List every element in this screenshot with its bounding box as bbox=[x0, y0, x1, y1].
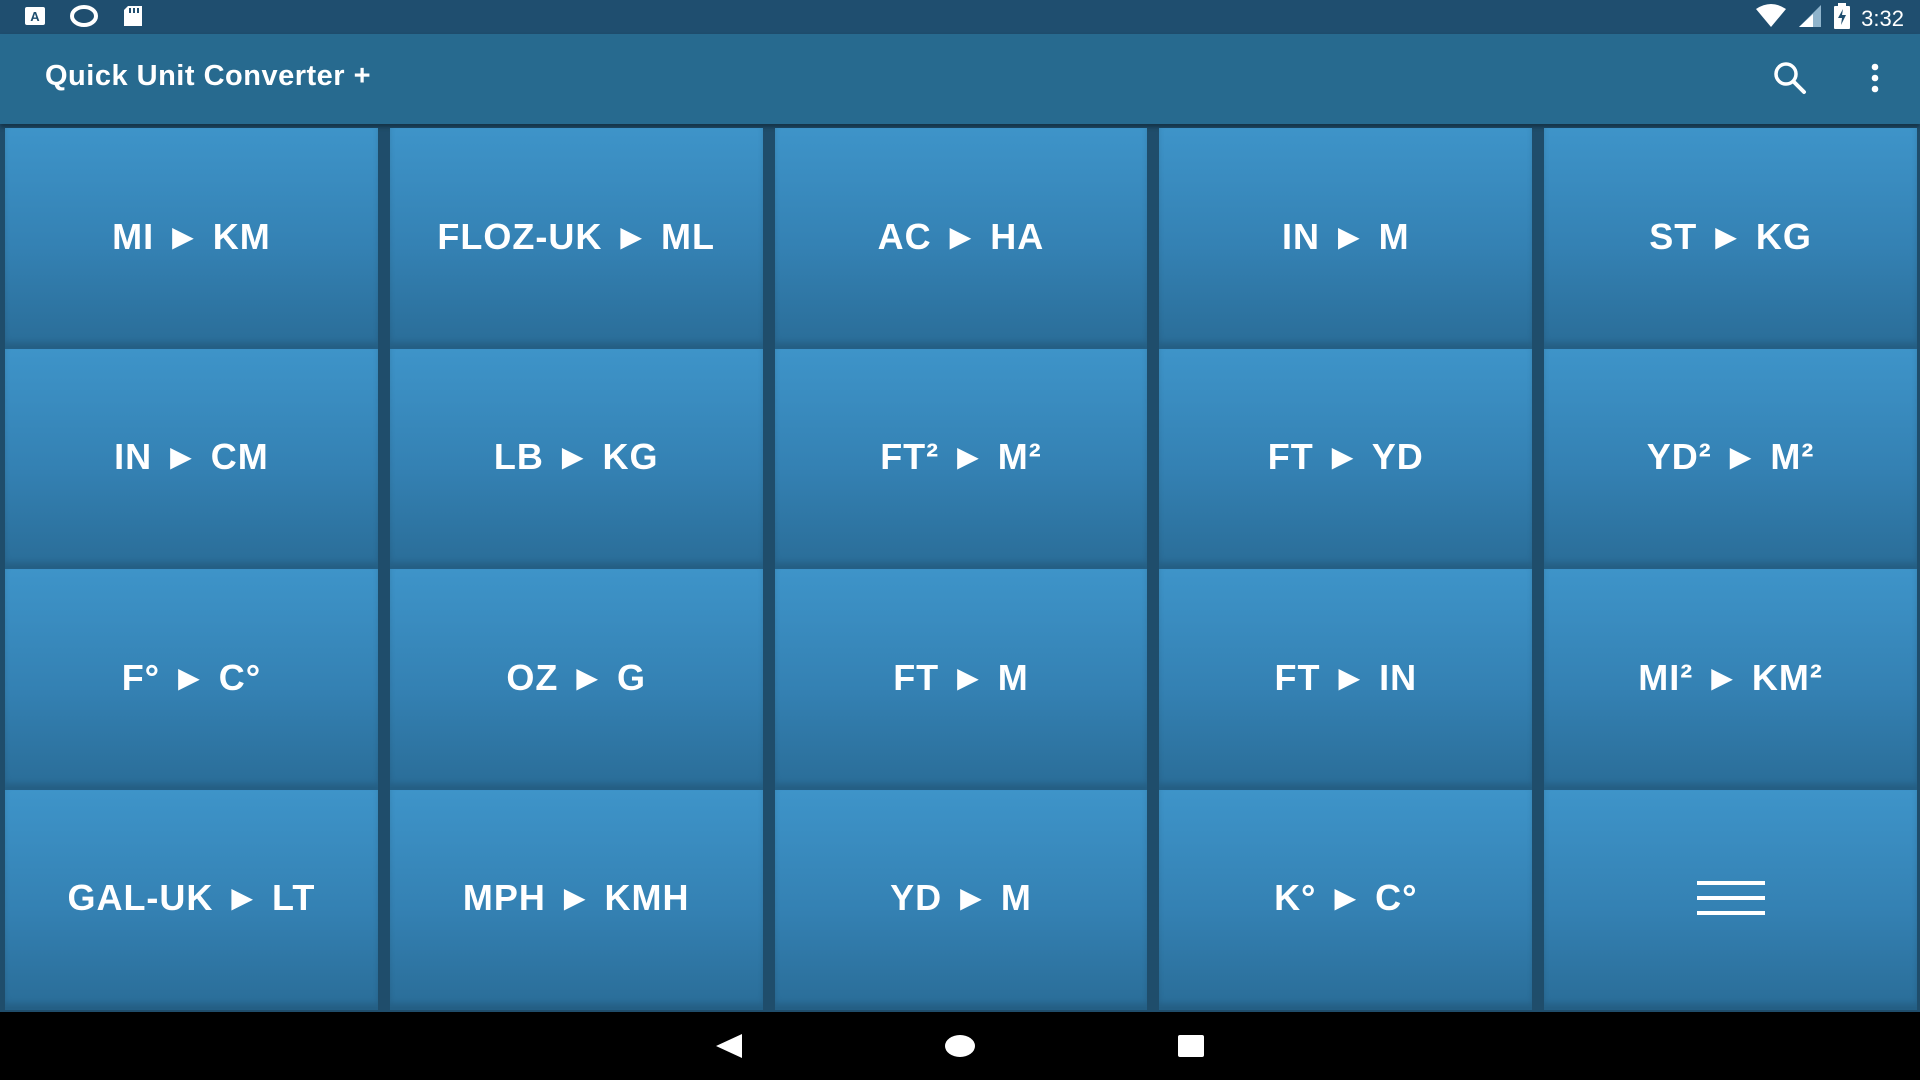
status-notifications: A bbox=[24, 5, 144, 32]
converter-tile-lb-kg[interactable]: LB ► KG bbox=[389, 348, 763, 569]
converter-tile-oz-g[interactable]: OZ ► G bbox=[389, 569, 763, 790]
converter-tile-gal-uk-lt[interactable]: GAL-UK ► LT bbox=[5, 789, 378, 1010]
status-time: 3:32 bbox=[1861, 6, 1904, 31]
converter-tile-in-cm[interactable]: IN ► CM bbox=[5, 348, 378, 569]
battery-charging-icon bbox=[1833, 3, 1851, 35]
hamburger-menu-icon bbox=[1696, 881, 1765, 916]
navigation-bar bbox=[0, 1012, 1920, 1080]
search-icon[interactable] bbox=[1772, 60, 1808, 96]
overflow-menu-icon[interactable] bbox=[1870, 62, 1880, 94]
wifi-icon bbox=[1755, 4, 1787, 34]
recents-icon[interactable] bbox=[1176, 1031, 1206, 1061]
sync-icon bbox=[70, 5, 98, 32]
converter-tile-ft-m[interactable]: FT ► M bbox=[774, 569, 1148, 790]
more-converters-tile[interactable] bbox=[1544, 789, 1917, 1010]
converter-tile-in-m[interactable]: IN ► M bbox=[1159, 128, 1533, 349]
app-title: Quick Unit Converter + bbox=[45, 60, 372, 92]
app-bar: Quick Unit Converter + bbox=[0, 34, 1920, 124]
back-icon[interactable] bbox=[714, 1031, 744, 1061]
converter-tile-yd-m[interactable]: YD ► M bbox=[774, 789, 1148, 1010]
cell-signal-icon bbox=[1797, 4, 1823, 34]
converter-tile-mph-kmh[interactable]: MPH ► KMH bbox=[389, 789, 763, 1010]
converter-tile-f-c[interactable]: F° ► C° bbox=[5, 569, 378, 790]
converter-tile-st-kg[interactable]: ST ► KG bbox=[1544, 128, 1917, 349]
converter-tile-mi-km[interactable]: MI ► KM bbox=[5, 128, 378, 349]
status-system: 3:32 bbox=[1755, 3, 1904, 35]
svg-text:A: A bbox=[30, 9, 40, 24]
home-icon[interactable] bbox=[944, 1030, 976, 1062]
converter-grid: MI ► KM FLOZ-UK ► ML AC ► HA IN ► M ST ►… bbox=[5, 128, 1917, 1010]
converter-tile-ac-ha[interactable]: AC ► HA bbox=[774, 128, 1148, 349]
converter-tile-k-c[interactable]: K° ► C° bbox=[1159, 789, 1533, 1010]
converter-tile-floz-uk-ml[interactable]: FLOZ-UK ► ML bbox=[389, 128, 763, 349]
converter-tile-ft2-m2[interactable]: FT² ► M² bbox=[774, 348, 1148, 569]
converter-tile-mi2-km2[interactable]: MI² ► KM² bbox=[1544, 569, 1917, 790]
converter-tile-ft-yd[interactable]: FT ► YD bbox=[1159, 348, 1533, 569]
status-bar: A 3:32 bbox=[0, 0, 1920, 34]
converter-tile-ft-in[interactable]: FT ► IN bbox=[1159, 569, 1533, 790]
sd-card-icon bbox=[122, 5, 144, 32]
app-actions bbox=[1772, 60, 1880, 96]
notification-a-icon: A bbox=[24, 6, 46, 31]
converter-tile-yd2-m2[interactable]: YD² ► M² bbox=[1544, 348, 1917, 569]
